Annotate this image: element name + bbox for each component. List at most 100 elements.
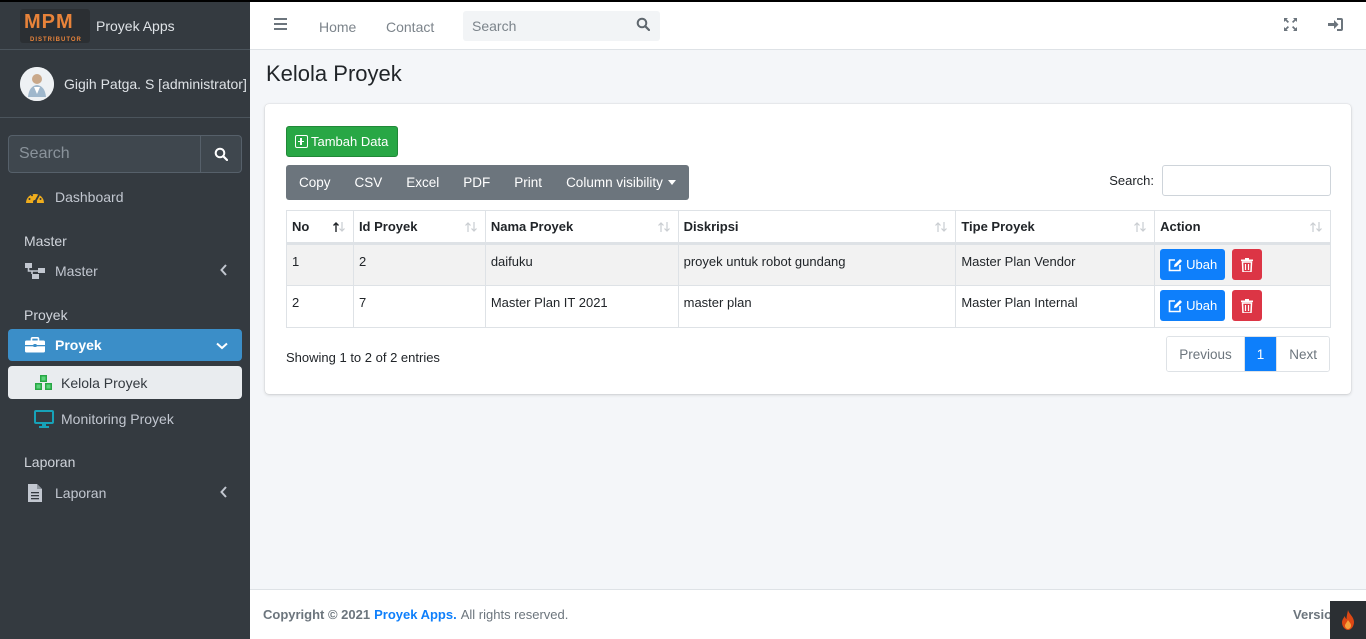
column-header-label: Tipe Proyek: [961, 219, 1035, 234]
copy-button[interactable]: Copy: [286, 165, 342, 200]
content-card: Tambah Data Copy CSV Excel PDF Print Col…: [265, 104, 1351, 394]
sort-icon: [657, 222, 670, 232]
cell-diskripsi: master plan: [677, 285, 957, 328]
delete-button[interactable]: [1231, 290, 1262, 321]
page-title: Kelola Proyek: [266, 61, 402, 86]
sidebar-item-label: Kelola Proyek: [61, 374, 148, 391]
column-header-label: Diskripsi: [683, 219, 739, 234]
table-search: Search:: [1109, 165, 1331, 196]
edit-button[interactable]: Ubah: [1160, 290, 1226, 321]
nav-link-home[interactable]: Home: [319, 19, 356, 35]
pagination-next[interactable]: Next: [1276, 337, 1329, 371]
column-visibility-button[interactable]: Column visibility: [553, 165, 689, 200]
trash-icon: [1240, 257, 1253, 272]
briefcase-icon: [23, 337, 47, 353]
pagination-page-current[interactable]: 1: [1243, 337, 1277, 371]
column-header-label: Action: [1160, 219, 1201, 234]
table-row: 1 2 daifuku proyek untuk robot gundang M…: [286, 243, 1331, 286]
debug-toolbar-toggle[interactable]: [1330, 601, 1366, 639]
user-avatar-icon: [20, 66, 54, 101]
chevron-left-icon: [220, 486, 227, 498]
column-header-nama-proyek[interactable]: Nama Proyek: [484, 210, 679, 245]
brand-logo-subtext: DISTRIBUTOR: [30, 36, 82, 43]
hamburger-menu-icon[interactable]: [274, 18, 287, 30]
excel-button[interactable]: Excel: [393, 165, 450, 200]
edit-button-label: Ubah: [1186, 257, 1218, 272]
table-search-label: Search:: [1109, 173, 1154, 188]
cell-diskripsi: proyek untuk robot gundang: [677, 243, 957, 286]
sidebar-search-input[interactable]: [8, 135, 200, 173]
sidebar-item-label: Laporan: [55, 485, 107, 501]
sidebar-item-laporan[interactable]: Laporan: [8, 476, 242, 510]
user-panel[interactable]: Gigih Patga. S [administrator]: [0, 50, 250, 118]
table-info: Showing 1 to 2 of 2 entries: [286, 350, 440, 365]
sort-icon: [464, 222, 477, 232]
column-header-diskripsi[interactable]: Diskripsi: [677, 210, 957, 245]
cell-no: 2: [286, 285, 354, 328]
sidebar-item-kelola-proyek[interactable]: Kelola Proyek: [8, 366, 242, 399]
sort-icon: [1310, 222, 1322, 232]
pagination-previous[interactable]: Previous: [1167, 337, 1244, 371]
table-header-row: No Id Proyek Nama Proyek Diskripsi Tipe …: [286, 210, 1331, 245]
search-icon[interactable]: [636, 17, 650, 31]
cell-nama-proyek: Master Plan IT 2021: [484, 285, 679, 328]
sitemap-icon: [23, 263, 47, 279]
sidebar-item-master[interactable]: Master: [8, 254, 242, 288]
column-header-label: Id Proyek: [358, 219, 418, 234]
delete-button[interactable]: [1231, 249, 1262, 280]
column-header-label: No: [292, 219, 310, 234]
brand-logo: MPM DISTRIBUTOR: [20, 8, 90, 43]
cell-id-proyek: 7: [352, 285, 486, 328]
brand-link[interactable]: MPM DISTRIBUTOR Proyek Apps: [0, 2, 250, 50]
avatar: [20, 66, 54, 101]
column-header-tipe-proyek[interactable]: Tipe Proyek: [955, 210, 1156, 245]
table-search-input[interactable]: [1162, 165, 1331, 196]
cell-no: 1: [286, 243, 354, 286]
sidebar-item-label: Proyek: [55, 337, 102, 353]
sidebar-item-label: Dashboard: [55, 189, 124, 205]
edit-button-label: Ubah: [1186, 298, 1218, 313]
footer-copyright: Copyright © 2021: [263, 607, 371, 622]
add-data-label: Tambah Data: [311, 134, 389, 149]
sort-icon: [935, 222, 948, 232]
navbar-search: [463, 11, 660, 41]
edit-button[interactable]: Ubah: [1160, 249, 1226, 280]
chevron-down-icon: [216, 342, 228, 350]
fullscreen-icon[interactable]: [1284, 18, 1297, 31]
navbar-search-input[interactable]: [463, 18, 623, 34]
cell-action: Ubah: [1154, 285, 1331, 328]
plus-square-icon: [295, 135, 308, 148]
fire-icon: [1342, 610, 1354, 630]
sidebar-search-button[interactable]: [200, 135, 242, 173]
csv-button[interactable]: CSV: [342, 165, 394, 200]
brand-app-name: Proyek Apps: [96, 17, 175, 34]
file-icon: [23, 484, 47, 502]
column-header-id-proyek[interactable]: Id Proyek: [352, 210, 486, 245]
sidebar: MPM DISTRIBUTOR Proyek Apps Gigih Patga.…: [0, 0, 250, 639]
column-header-action[interactable]: Action: [1154, 210, 1331, 245]
footer-brand-link[interactable]: Proyek Apps.: [374, 607, 457, 622]
add-data-button[interactable]: Tambah Data: [286, 126, 399, 157]
sidebar-item-proyek[interactable]: Proyek: [8, 329, 242, 361]
top-navbar: Home Contact: [250, 0, 1366, 50]
sort-asc-icon: [332, 222, 345, 232]
print-button[interactable]: Print: [501, 165, 553, 200]
cell-id-proyek: 2: [352, 243, 486, 286]
trash-icon: [1240, 298, 1253, 313]
pdf-button[interactable]: PDF: [450, 165, 501, 200]
sign-in-icon[interactable]: [1328, 18, 1343, 31]
footer: Copyright © 2021 Proyek Apps. All rights…: [250, 589, 1366, 639]
column-header-no[interactable]: No: [286, 210, 354, 245]
column-visibility-label: Column visibility: [566, 175, 663, 190]
cell-nama-proyek: daifuku: [484, 243, 679, 286]
cubes-icon: [32, 374, 56, 391]
caret-down-icon: [667, 180, 676, 185]
sidebar-item-dashboard[interactable]: Dashboard: [8, 180, 242, 214]
user-name: Gigih Patga. S [administrator]: [64, 75, 247, 92]
sidebar-item-monitoring-proyek[interactable]: Monitoring Proyek: [8, 402, 242, 436]
edit-icon: [1168, 258, 1183, 271]
nav-link-contact[interactable]: Contact: [386, 19, 434, 35]
sort-icon: [1134, 222, 1147, 232]
brand-logo-text: MPM: [24, 10, 74, 33]
table-row: 2 7 Master Plan IT 2021 master plan Mast…: [286, 285, 1331, 328]
